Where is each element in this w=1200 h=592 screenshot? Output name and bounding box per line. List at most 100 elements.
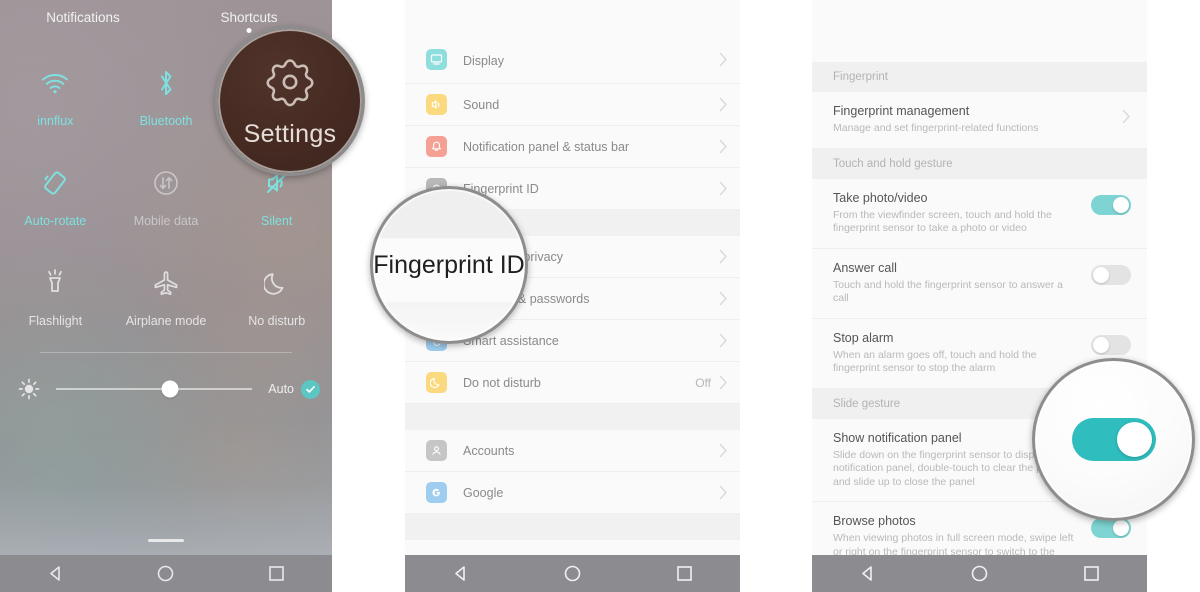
brightness-slider[interactable] (56, 380, 253, 398)
settings-row-notification-panel[interactable]: Notification panel & status bar (405, 126, 740, 168)
chevron-right-icon (1122, 109, 1131, 129)
brightness-control: Auto (0, 378, 332, 400)
settings-group-spacer (405, 404, 740, 430)
brightness-auto-checkbox[interactable] (301, 379, 320, 399)
group-header-touch-and-hold: Touch and hold gesture (812, 148, 1147, 179)
quick-tile-flashlight[interactable]: Flashlight (0, 262, 111, 362)
quick-tile-wifi-label: innflux (37, 114, 74, 128)
stop-alarm-toggle[interactable] (1091, 334, 1131, 355)
flashlight-icon (42, 262, 68, 304)
back-button[interactable] (846, 555, 890, 592)
chevron-right-icon (719, 443, 728, 458)
recents-button[interactable] (1069, 555, 1113, 592)
settings-row-sound[interactable]: Sound (405, 84, 740, 126)
quick-tile-silent[interactable]: Silent (221, 162, 332, 262)
settings-row-display[interactable]: Display (405, 49, 740, 84)
magnifier-notification-toggle (1032, 358, 1195, 521)
magnifier-fingerprint-row: Fingerprint ID (370, 186, 528, 344)
fingerprint-row-answer-call[interactable]: Answer call Touch and hold the fingerpri… (812, 248, 1147, 319)
quick-tile-airplane-mode[interactable]: Airplane mode (111, 262, 222, 362)
panel-drag-handle[interactable] (148, 539, 184, 542)
fingerprint-row-management-title: Fingerprint management (833, 104, 970, 118)
tab-notifications[interactable]: Notifications (0, 10, 166, 25)
chevron-right-icon (719, 97, 728, 112)
chevron-right-icon (719, 485, 728, 500)
settings-row-do-not-disturb[interactable]: Do not disturb Off (405, 362, 740, 404)
fingerprint-row-stop-alarm-desc: When an alarm goes off, touch and hold t… (833, 348, 1037, 375)
brightness-slider-thumb[interactable] (161, 380, 179, 398)
moon-icon (426, 372, 447, 393)
fingerprint-row-take-photo[interactable]: Take photo/video From the viewfinder scr… (812, 178, 1147, 249)
quick-tile-row: Flashlight Airplane mode No disturb (0, 262, 332, 362)
settings-row-fingerprint-id-label: Fingerprint ID (463, 181, 539, 196)
quick-tile-silent-label: Silent (261, 214, 293, 228)
bell-icon (426, 136, 447, 157)
gear-icon (261, 53, 319, 116)
settings-row-do-not-disturb-label: Do not disturb (463, 375, 541, 390)
quick-tile-no-disturb[interactable]: No disturb (221, 262, 332, 362)
fingerprint-row-browse-photos-title: Browse photos (833, 514, 916, 528)
tab-shortcuts[interactable]: Shortcuts (166, 10, 332, 33)
mobile-data-icon (151, 162, 181, 204)
group-header-fingerprint: Fingerprint (812, 62, 1147, 92)
browse-photos-toggle[interactable] (1091, 518, 1131, 538)
home-button[interactable] (957, 555, 1001, 592)
back-button[interactable] (33, 555, 77, 592)
settings-row-google-label: Google (463, 485, 504, 500)
settings-group-spacer (405, 514, 740, 540)
fingerprint-row-take-photo-desc: From the viewfinder screen, touch and ho… (833, 208, 1052, 235)
quick-panel-divider (40, 352, 292, 353)
fingerprint-row-management-text: Fingerprint management Manage and set fi… (833, 103, 1122, 136)
moon-icon (263, 262, 290, 304)
chevron-right-icon (719, 249, 728, 264)
navigation-bar (405, 555, 740, 592)
quick-tile-bluetooth[interactable]: Bluetooth (111, 62, 222, 162)
bluetooth-icon (155, 62, 177, 104)
settings-row-display-label: Display (463, 54, 504, 68)
recents-button[interactable] (255, 555, 299, 592)
chevron-right-icon (719, 375, 728, 390)
settings-row-accounts-label: Accounts (463, 443, 515, 458)
settings-row-sound-label: Sound (463, 97, 500, 112)
quick-tile-row: Auto-rotate Mobile data Silent (0, 162, 332, 262)
settings-row-smart-assistance-label: Smart assistance (463, 333, 559, 348)
quick-tile-auto-rotate[interactable]: Auto-rotate (0, 162, 111, 262)
toggle-knob (1113, 196, 1129, 213)
fingerprint-row-management[interactable]: Fingerprint management Manage and set fi… (812, 92, 1147, 149)
take-photo-toggle[interactable] (1091, 194, 1131, 215)
settings-row-accounts[interactable]: Accounts (405, 430, 740, 472)
brightness-icon (12, 378, 46, 400)
settings-row-google[interactable]: Google (405, 472, 740, 514)
tab-shortcuts-label: Shortcuts (220, 10, 278, 25)
brightness-auto-label: Auto (268, 382, 294, 396)
show-notification-panel-toggle-zoomed[interactable] (1071, 418, 1156, 461)
navigation-bar (0, 555, 332, 592)
screenshot-stage: Notifications Shortcuts innflux Bluetoot… (0, 0, 1200, 592)
fingerprint-row-answer-call-desc: Touch and hold the fingerprint sensor to… (833, 278, 1063, 305)
quick-tile-bluetooth-label: Bluetooth (139, 114, 193, 128)
home-button[interactable] (550, 555, 594, 592)
quick-tile-mobile-data[interactable]: Mobile data (111, 162, 222, 262)
toggle-knob (1093, 266, 1109, 283)
home-button[interactable] (144, 555, 188, 592)
magnifier-settings-label: Settings (243, 120, 337, 148)
google-icon (426, 482, 447, 503)
fingerprint-row-stop-alarm-text: Stop alarm When an alarm goes off, touch… (833, 330, 1091, 376)
recents-button[interactable] (662, 555, 706, 592)
quick-tile-flashlight-label: Flashlight (28, 314, 83, 328)
back-button[interactable] (439, 555, 483, 592)
quick-tile-wifi[interactable]: innflux (0, 62, 111, 162)
wifi-icon (40, 62, 70, 104)
fingerprint-row-management-desc: Manage and set fingerprint-related funct… (833, 122, 1039, 134)
wallpaper-bottom-fade (0, 485, 332, 555)
answer-call-toggle[interactable] (1091, 264, 1131, 285)
sound-icon (426, 94, 447, 115)
display-icon (426, 49, 447, 70)
airplane-icon (151, 262, 181, 304)
chevron-right-icon (719, 291, 728, 306)
fingerprint-row-take-photo-text: Take photo/video From the viewfinder scr… (833, 190, 1091, 236)
chevron-right-icon (719, 52, 728, 67)
quick-tile-auto-rotate-label: Auto-rotate (24, 214, 87, 228)
fingerprint-row-stop-alarm-title: Stop alarm (833, 330, 894, 345)
auto-rotate-icon (41, 162, 69, 204)
